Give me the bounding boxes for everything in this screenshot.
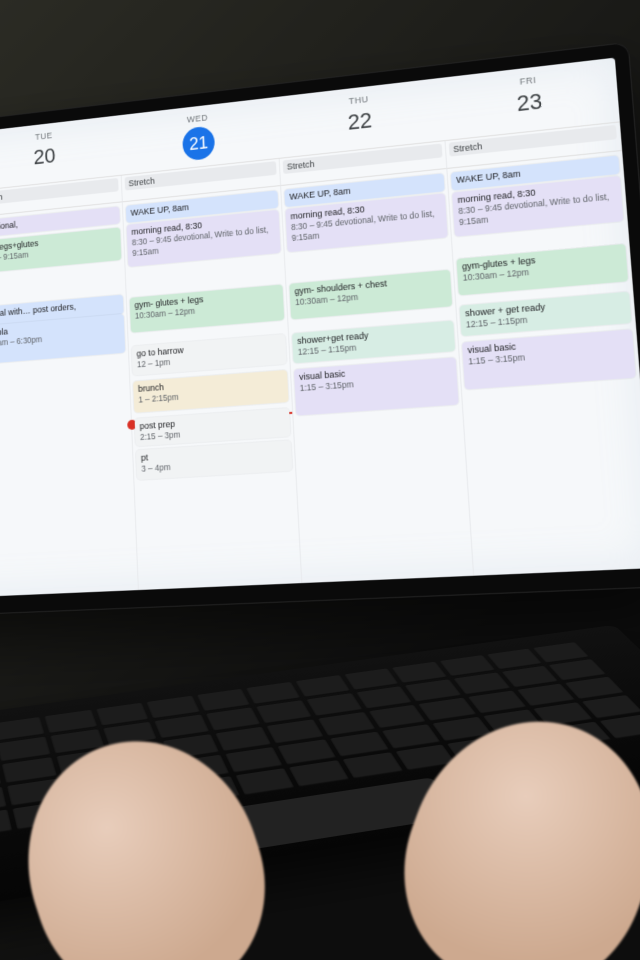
screen-bezel: TUE 20 WED 21 THU 22 FRI 23 bbox=[0, 42, 640, 617]
day-column-fri[interactable]: WAKE UP, 8ammorning read, 8:308:30 – 9:4… bbox=[447, 151, 640, 576]
calendar-event[interactable]: shower+get ready12:15 – 1:15pm bbox=[292, 320, 455, 363]
calendar-event[interactable]: go to harrow12 – 1pm bbox=[132, 334, 287, 376]
day-column-thu[interactable]: WAKE UP, 8ammorning read, 8:308:30 – 9:4… bbox=[281, 169, 474, 583]
calendar-event[interactable]: shower + get ready12:15 – 1:15pm bbox=[459, 292, 631, 337]
calendar-event[interactable]: post prep2:15 – 3pm bbox=[135, 408, 291, 446]
calendar-week-view: TUE 20 WED 21 THU 22 FRI 23 bbox=[0, 58, 640, 599]
calendar-event[interactable]: gym-glutes + legs10:30am – 12pm bbox=[456, 244, 628, 296]
day-column-tue[interactable]: devotional,gym-legs+glutes8:15 – 9:15amc… bbox=[0, 202, 139, 596]
date-number-current: 21 bbox=[182, 125, 215, 161]
calendar-event[interactable]: visual basic1:15 – 3:15pm bbox=[462, 329, 636, 389]
calendar-event[interactable]: visual basic1:15 – 3:15pm bbox=[294, 357, 459, 415]
calendar-event[interactable]: brunch1 – 2:15pm bbox=[133, 370, 289, 413]
calendar-event[interactable]: gym- glutes + legs10:30am – 12pm bbox=[130, 284, 285, 332]
laptop: TUE 20 WED 21 THU 22 FRI 23 bbox=[0, 42, 640, 617]
day-column-wed[interactable]: WAKE UP, 8ammorning read, 8:308:30 – 9:4… bbox=[123, 186, 303, 590]
calendar-event[interactable]: gym- shoulders + chest10:30am – 12pm bbox=[289, 270, 452, 320]
screen: TUE 20 WED 21 THU 22 FRI 23 bbox=[0, 58, 640, 599]
calendar-event[interactable]: pt3 – 4pm bbox=[136, 440, 292, 480]
calendar-event[interactable]: gym-legs+glutes8:15 – 9:15am bbox=[0, 227, 121, 273]
